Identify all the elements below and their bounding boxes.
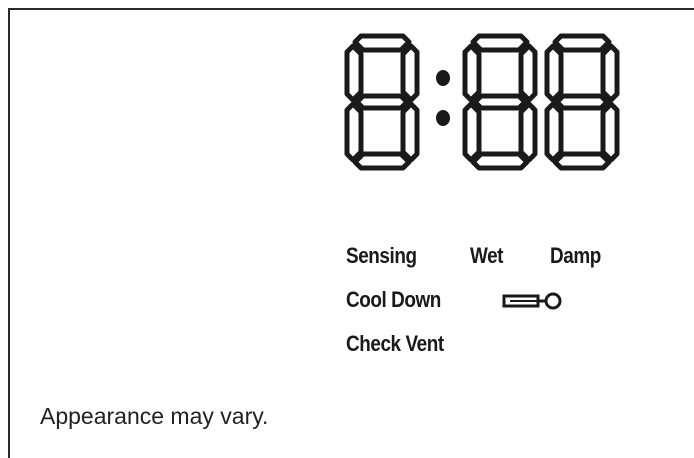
display-panel: Sensing Wet Damp Cool Down Check Vent Ap… [8,8,694,458]
key-icon [502,292,562,310]
digit-2 [462,33,538,171]
seven-segment-display [344,33,620,171]
colon-separator [436,70,450,126]
appearance-note: Appearance may vary. [40,403,269,429]
indicator-wet: Wet [470,243,504,268]
digit-3 [544,33,620,171]
digit-1 [344,33,420,171]
indicator-cool-down: Cool Down [346,287,441,312]
indicator-check-vent: Check Vent [346,331,444,356]
indicator-damp: Damp [550,243,601,268]
indicator-sensing: Sensing [346,243,417,268]
